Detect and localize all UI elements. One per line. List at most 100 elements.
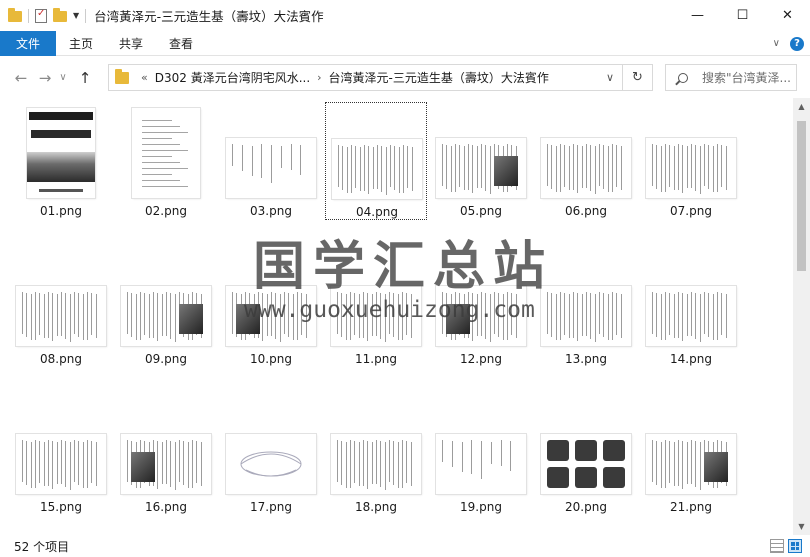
help-icon[interactable]: ?	[790, 36, 804, 51]
file-thumbnail	[646, 138, 736, 198]
file-item[interactable]: 07.png	[640, 102, 742, 220]
file-name: 06.png	[565, 204, 607, 218]
view-switcher	[770, 539, 802, 553]
up-button[interactable]: ↑	[74, 67, 96, 89]
search-icon	[678, 72, 688, 83]
file-thumbnail	[646, 434, 736, 494]
file-item[interactable]: 15.png	[10, 398, 112, 516]
maximize-button[interactable]: ☐	[720, 0, 765, 31]
file-thumbnail	[121, 434, 211, 494]
file-name: 10.png	[250, 352, 292, 366]
window-controls: — ☐ ✕	[675, 0, 810, 31]
file-item[interactable]: 14.png	[640, 250, 742, 368]
file-name: 12.png	[460, 352, 502, 366]
breadcrumb-current[interactable]: 台湾黃泽元-三元造生基（壽坟）大法賓作	[329, 69, 549, 86]
window-title: 台湾黃泽元-三元造生基（壽坟）大法賓作	[94, 9, 324, 24]
toolbar-divider	[28, 8, 29, 23]
file-item[interactable]: 17.png	[220, 398, 322, 516]
file-name: 03.png	[250, 204, 292, 218]
file-thumbnail	[27, 108, 95, 198]
file-name: 18.png	[355, 500, 397, 514]
folder-icon	[8, 8, 22, 22]
file-item[interactable]: 19.png	[430, 398, 532, 516]
file-name: 11.png	[355, 352, 397, 366]
file-name: 14.png	[670, 352, 712, 366]
file-item[interactable]: 02.png	[115, 102, 217, 220]
file-name: 09.png	[145, 352, 187, 366]
scrollbar-thumb[interactable]	[797, 121, 806, 271]
minimize-button[interactable]: —	[675, 0, 720, 31]
file-item[interactable]: 05.png	[430, 102, 532, 220]
file-item[interactable]: 03.png	[220, 102, 322, 220]
search-box[interactable]: 搜索"台湾黃泽...	[665, 64, 797, 91]
status-bar: 52 个项目	[0, 535, 810, 557]
file-thumbnail	[646, 286, 736, 346]
back-button[interactable]: ←	[10, 67, 32, 89]
file-item[interactable]: 04.png	[325, 102, 427, 220]
large-icons-view-icon[interactable]	[788, 539, 802, 553]
file-name: 01.png	[40, 204, 82, 218]
file-item[interactable]: 08.png	[10, 250, 112, 368]
breadcrumb-overflow[interactable]: «	[141, 71, 148, 84]
file-thumbnail	[121, 286, 211, 346]
file-thumbnail	[436, 434, 526, 494]
ribbon-right-controls: ∨ ?	[773, 31, 804, 56]
file-name: 08.png	[40, 352, 82, 366]
file-thumbnail	[16, 286, 106, 346]
quick-access-toolbar: ▼	[8, 8, 87, 23]
details-view-icon[interactable]	[770, 539, 784, 553]
file-item[interactable]: 09.png	[115, 250, 217, 368]
folder-icon	[115, 68, 129, 84]
forward-button[interactable]: →	[34, 67, 56, 89]
file-thumbnail	[541, 138, 631, 198]
file-name: 20.png	[565, 500, 607, 514]
file-item[interactable]: 16.png	[115, 398, 217, 516]
ribbon-tabs: 文件 主页 共享 查看 ∨ ?	[0, 30, 810, 56]
tab-view[interactable]: 查看	[156, 31, 206, 56]
breadcrumb-separator[interactable]: ›	[317, 71, 321, 84]
vertical-scrollbar[interactable]: ▲ ▼	[793, 98, 810, 535]
file-item[interactable]: 18.png	[325, 398, 427, 516]
file-item[interactable]: 20.png	[535, 398, 637, 516]
file-name: 13.png	[565, 352, 607, 366]
tab-file[interactable]: 文件	[0, 30, 56, 56]
file-item[interactable]: 01.png	[10, 102, 112, 220]
breadcrumb-parent[interactable]: D302 黃泽元台湾阴宅风水...	[155, 69, 310, 86]
file-item[interactable]: 06.png	[535, 102, 637, 220]
file-thumbnail	[16, 434, 106, 494]
watermark-url: www.guoxuehuizong.com	[244, 297, 535, 323]
file-item[interactable]: 21.png	[640, 398, 742, 516]
tab-share[interactable]: 共享	[106, 31, 156, 56]
scroll-up-icon[interactable]: ▲	[793, 98, 810, 115]
file-name: 15.png	[40, 500, 82, 514]
refresh-button[interactable]: ↻	[622, 65, 652, 90]
tab-home[interactable]: 主页	[56, 31, 106, 56]
file-thumbnail	[541, 434, 631, 494]
properties-icon[interactable]	[35, 8, 47, 23]
file-name: 21.png	[670, 500, 712, 514]
title-bar: ▼ 台湾黃泽元-三元造生基（壽坟）大法賓作 — ☐ ✕	[0, 0, 810, 31]
file-thumbnail	[332, 139, 422, 199]
file-name: 07.png	[670, 204, 712, 218]
file-thumbnail	[436, 138, 526, 198]
search-placeholder: 搜索"台湾黃泽...	[702, 71, 791, 85]
address-bar[interactable]: « D302 黃泽元台湾阴宅风水... › 台湾黃泽元-三元造生基（壽坟）大法賓…	[108, 64, 653, 91]
customize-toolbar-dropdown-icon[interactable]: ▼	[73, 11, 79, 20]
address-dropdown-icon[interactable]: ∨	[606, 71, 614, 84]
file-name: 19.png	[460, 500, 502, 514]
file-name: 02.png	[145, 204, 187, 218]
new-folder-icon[interactable]	[53, 8, 67, 22]
watermark-title: 国学汇总站	[253, 237, 554, 297]
recent-locations-dropdown[interactable]: ∨	[56, 67, 70, 89]
file-thumbnail	[226, 138, 316, 198]
expand-ribbon-icon[interactable]: ∨	[773, 38, 780, 49]
scroll-down-icon[interactable]: ▼	[793, 518, 810, 535]
navigation-bar: ← → ∨ ↑ « D302 黃泽元台湾阴宅风水... › 台湾黃泽元-三元造生…	[0, 57, 810, 98]
file-name: 16.png	[145, 500, 187, 514]
file-thumbnail	[331, 434, 421, 494]
file-thumbnail	[541, 286, 631, 346]
toolbar-divider	[85, 8, 87, 23]
file-name: 04.png	[356, 205, 398, 219]
close-button[interactable]: ✕	[765, 0, 810, 31]
item-count: 52 个项目	[14, 539, 70, 554]
